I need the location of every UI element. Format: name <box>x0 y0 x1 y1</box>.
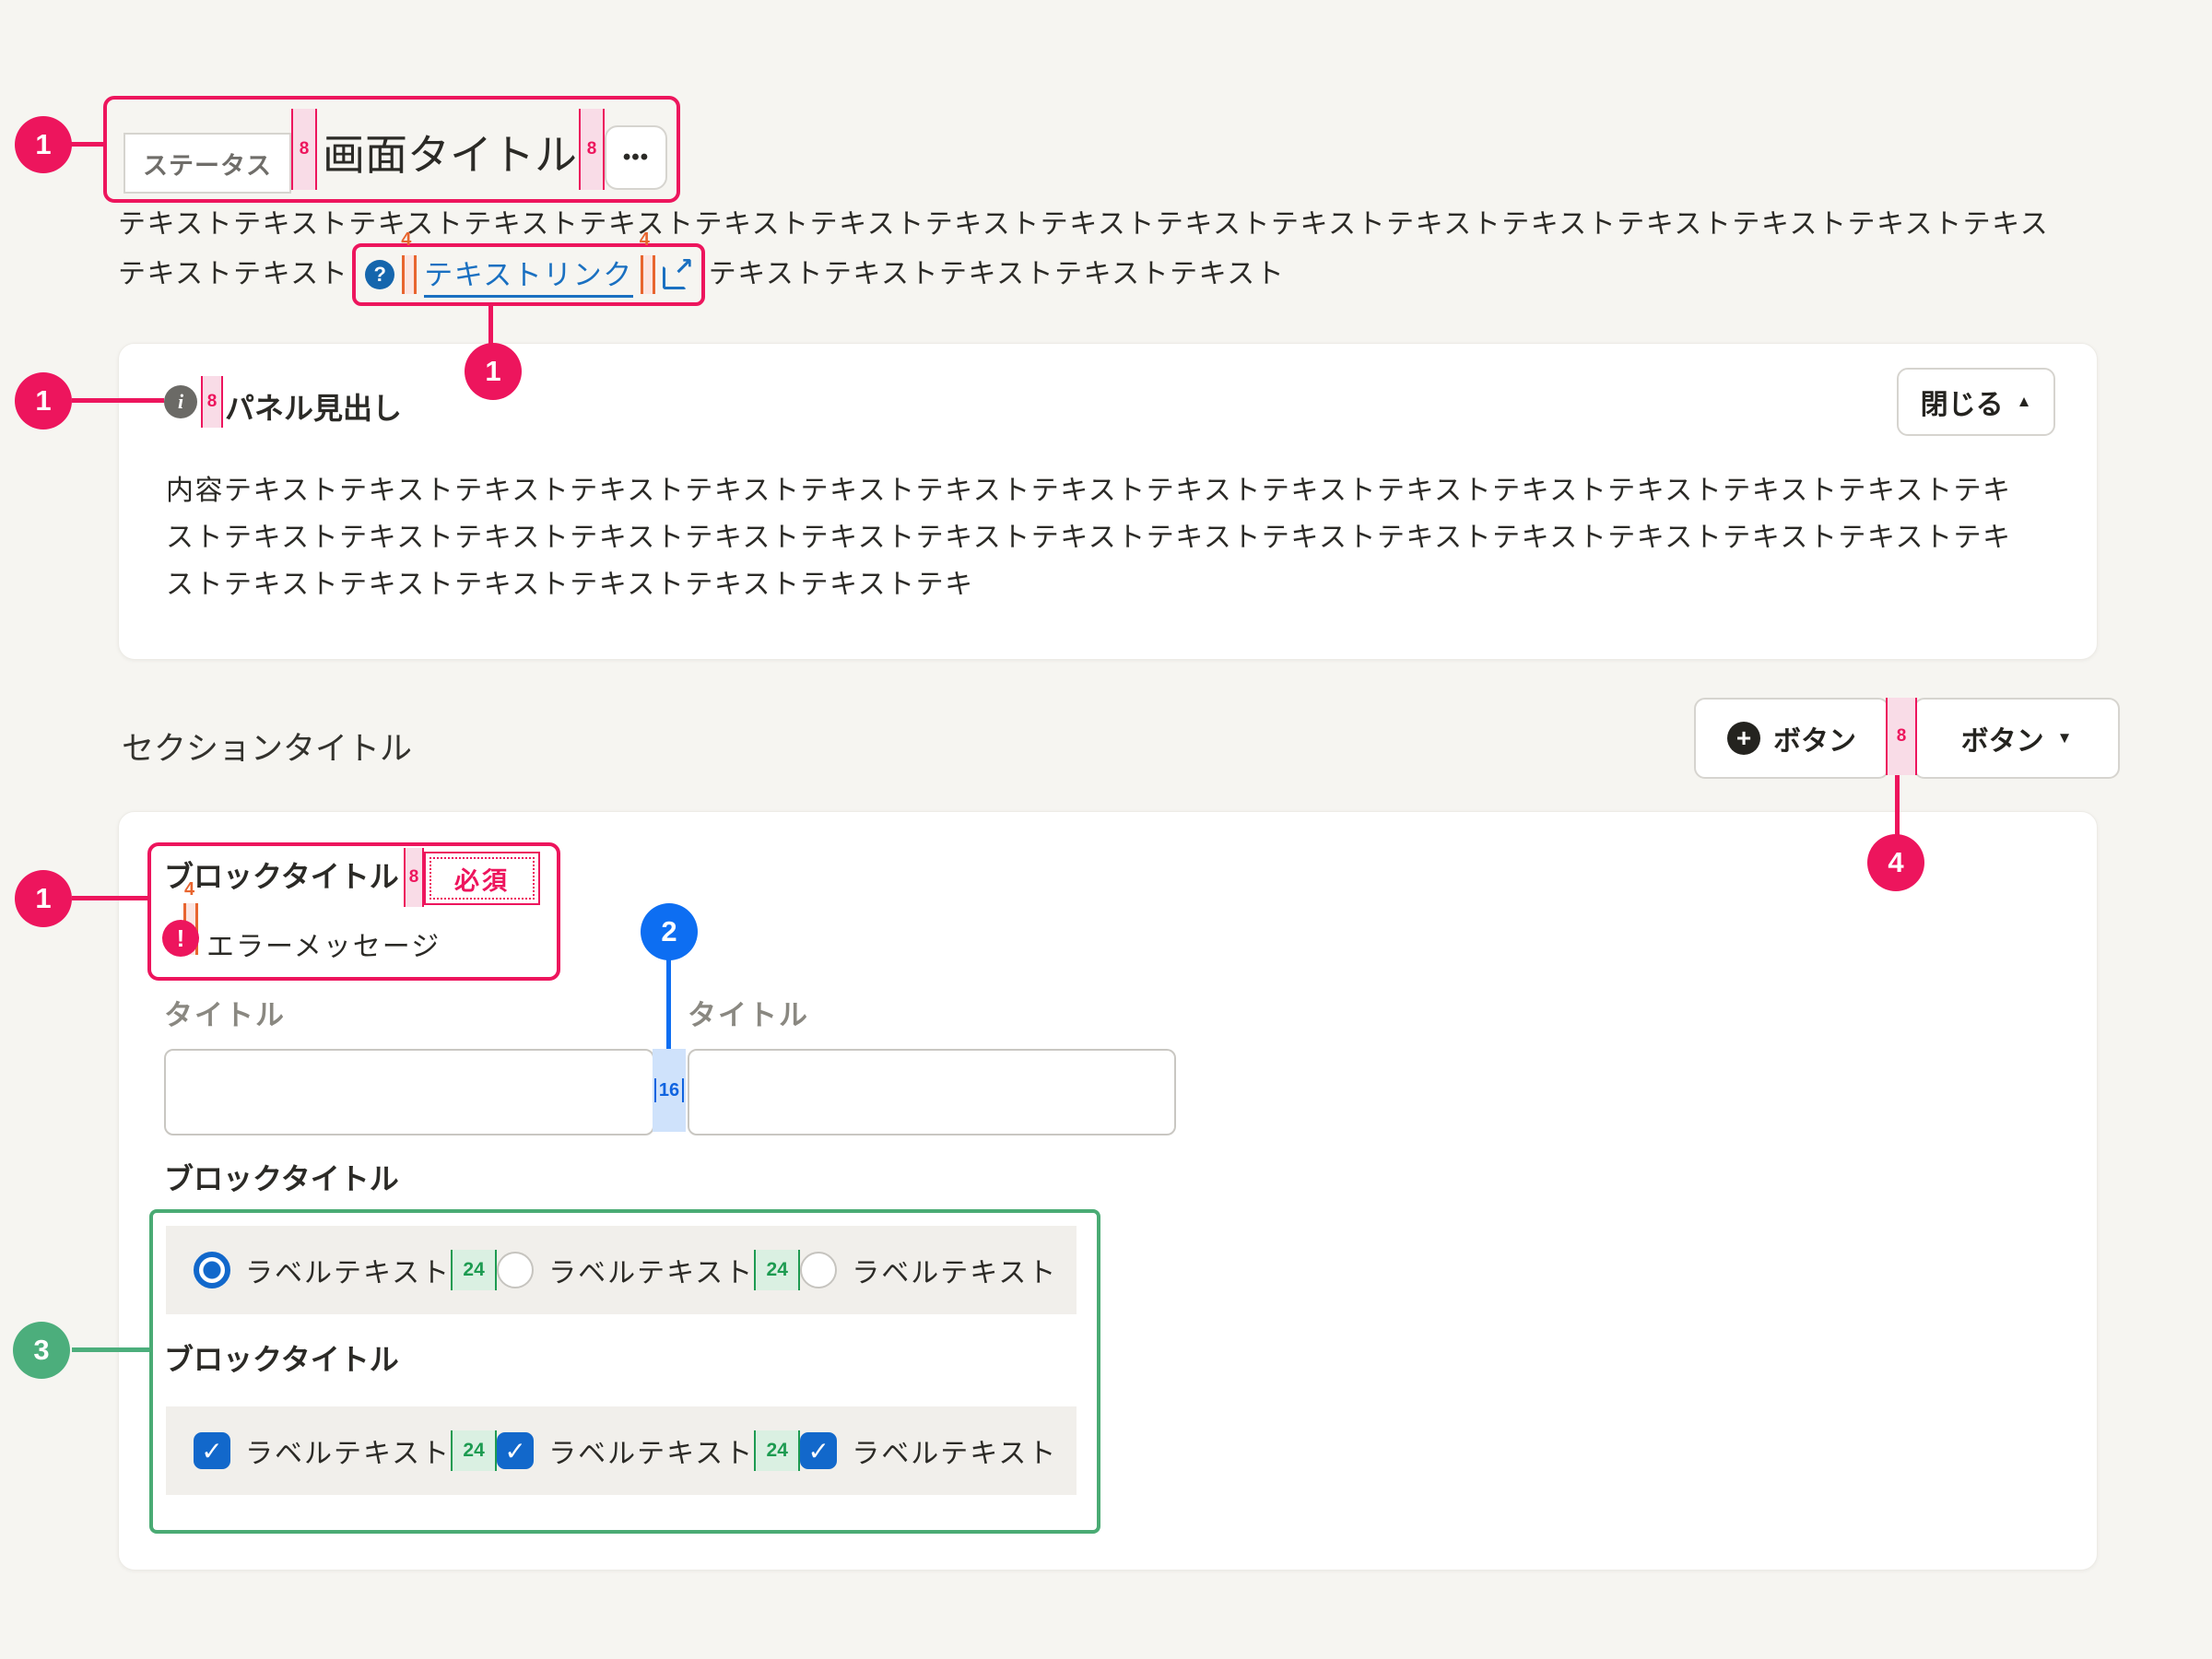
spacing-marker-8: 8 <box>291 109 317 190</box>
add-button-label: ボタン <box>1773 718 1856 759</box>
radio-label: ラベルテキスト <box>245 1250 451 1290</box>
spacing-marker-24: 24 <box>754 1430 800 1471</box>
checkbox-group-row: ✓ ラベルテキスト 24 ✓ ラベルテキスト 24 ✓ ラベルテキスト <box>166 1406 1077 1495</box>
collapse-arrow-icon: ▲ <box>2017 393 2032 411</box>
overflow-menu-button[interactable]: ••• <box>605 125 667 190</box>
field2-input[interactable] <box>688 1049 1176 1135</box>
checkbox-checked[interactable]: ✓ <box>194 1432 230 1469</box>
annotation-circle-4-buttons: 4 <box>1867 834 1924 891</box>
dropdown-arrow-icon: ▼ <box>2057 729 2073 747</box>
checkbox-label: ラベルテキスト <box>852 1430 1057 1471</box>
field1-input[interactable] <box>164 1049 654 1135</box>
plus-icon: + <box>1727 722 1760 755</box>
field2-label: タイトル <box>688 992 809 1033</box>
radio-selected[interactable] <box>194 1252 230 1288</box>
spacing-marker-24: 24 <box>754 1250 800 1290</box>
annotation-circle-2-gap: 2 <box>641 903 698 960</box>
spacing-value: 4 <box>640 229 650 251</box>
radio-group-row: ラベルテキスト 24 ラベルテキスト 24 ラベルテキスト <box>166 1226 1077 1314</box>
checkbox-label: ラベルテキスト <box>548 1430 754 1471</box>
intro-text-line2: テキストテキスト ? 4 テキストリンク 4 ↗ テキストテキストテキストテキス… <box>118 245 1285 304</box>
menu-button-label: ボタン <box>1961 718 2044 759</box>
checkbox-checked[interactable]: ✓ <box>497 1432 534 1469</box>
annotation-line <box>1895 775 1900 836</box>
annotation-circle-1-link: 1 <box>465 343 522 400</box>
spacing-marker-8: 8 <box>201 376 223 428</box>
radio-label: ラベルテキスト <box>852 1250 1057 1290</box>
help-icon[interactable]: ? <box>365 260 394 289</box>
spacing-marker-4: 4 <box>402 255 417 294</box>
intro-text-before-link: テキストテキスト <box>118 258 348 291</box>
annotation-line <box>72 1347 149 1352</box>
menu-dropdown-button[interactable]: ボタン ▼ <box>1913 698 2120 779</box>
form-block-title: ブロックタイトル <box>164 853 399 896</box>
external-link-icon[interactable]: ↗ <box>663 260 692 289</box>
error-message: エラーメッセージ <box>206 924 441 964</box>
checkbox-label: ラベルテキスト <box>245 1430 451 1471</box>
annotation-circle-1-title: 1 <box>15 116 72 173</box>
panel-content-line3: ストテキストテキストテキストテキストテキストテキストテキ <box>166 569 974 602</box>
close-button-label: 閉じる <box>1921 382 2004 422</box>
panel-content-line2: ストテキストテキストテキストテキストテキストテキストテキストテキストテキストテキ… <box>166 522 2012 555</box>
spacing-marker-24: 24 <box>451 1430 497 1471</box>
spacing-value: 4 <box>401 229 411 251</box>
annotation-circle-1-block: 1 <box>15 870 72 927</box>
text-link[interactable]: テキストリンク <box>424 252 633 298</box>
spacing-marker-16: 16 <box>653 1049 686 1132</box>
checkbox-block-title: ブロックタイトル <box>164 1336 399 1379</box>
status-badge: ステータス <box>124 133 291 194</box>
annotation-line <box>72 398 164 403</box>
field1-label: タイトル <box>164 992 286 1033</box>
annotation-line <box>488 304 493 345</box>
spacing-marker-8: 8 <box>1886 698 1917 775</box>
radio-label: ラベルテキスト <box>548 1250 754 1290</box>
section-title: セクションタイトル <box>122 723 412 770</box>
annotation-circle-3-options: 3 <box>13 1322 70 1379</box>
spacing-marker-4: 4 <box>641 255 655 294</box>
annotation-line <box>72 896 149 900</box>
radio-unselected[interactable] <box>800 1252 837 1288</box>
checkbox-checked[interactable]: ✓ <box>800 1432 837 1469</box>
annotation-line <box>666 959 671 1049</box>
info-icon: i <box>164 385 197 418</box>
panel-content-line1: 内容テキストテキストテキストテキストテキストテキストテキストテキストテキストテキ… <box>166 475 2012 508</box>
spacing-marker-8: 8 <box>404 848 424 907</box>
intro-text-after-link: テキストテキストテキストテキストテキスト <box>709 258 1286 291</box>
panel-heading: パネル見出し <box>225 385 402 428</box>
add-button[interactable]: + ボタン <box>1694 698 1889 779</box>
spacing-value-16: 16 <box>654 1078 684 1102</box>
spacing-value-4: 4 <box>184 879 194 900</box>
close-panel-button[interactable]: 閉じる ▲ <box>1897 368 2055 436</box>
spacing-marker-8: 8 <box>579 109 605 190</box>
error-icon: ! <box>162 920 199 957</box>
required-badge: 必須 <box>424 852 540 905</box>
annotation-line <box>70 142 107 147</box>
radio-block-title: ブロックタイトル <box>164 1156 399 1198</box>
annotation-box-link: ? 4 テキストリンク 4 ↗ <box>352 243 705 306</box>
spacing-marker-24: 24 <box>451 1250 497 1290</box>
page-title: 画面タイトル <box>323 122 577 182</box>
annotation-circle-1-panel: 1 <box>15 372 72 429</box>
radio-unselected[interactable] <box>497 1252 534 1288</box>
design-spec-page: 1 ステータス 8 画面タイトル 8 ••• テキストテキストテキストテキストテ… <box>0 0 2212 1659</box>
